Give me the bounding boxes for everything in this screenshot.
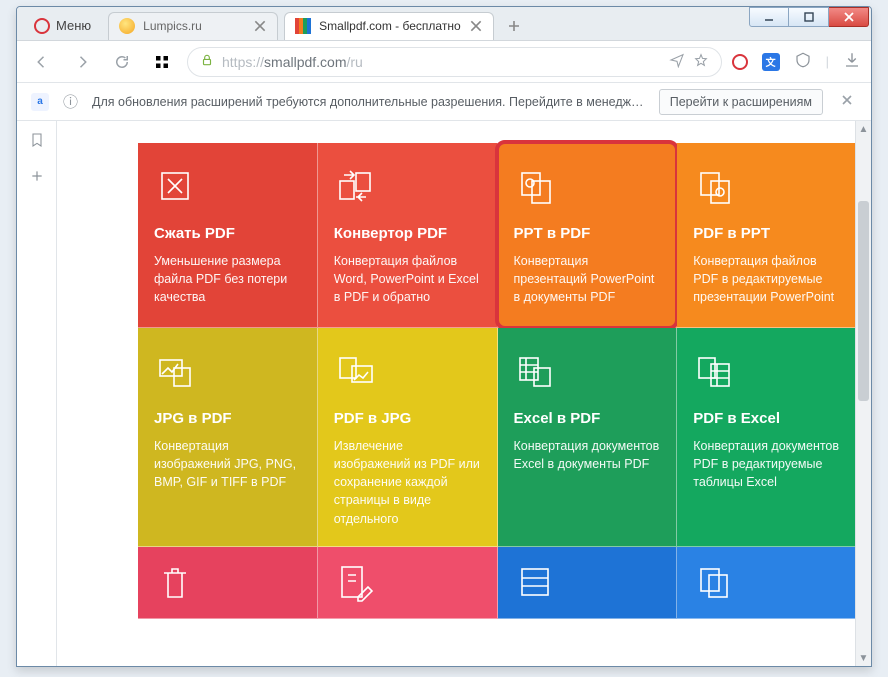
tab-close-button[interactable] — [253, 19, 267, 33]
info-icon: ⓘ — [63, 91, 78, 112]
url-text: https://smallpdf.com/ru — [222, 54, 661, 70]
downloads-icon[interactable] — [843, 51, 861, 72]
pdf-to-excel-icon — [693, 350, 735, 392]
scroll-up-arrow[interactable]: ▲ — [856, 121, 871, 137]
notice-close-button[interactable] — [837, 94, 857, 109]
toolbar-right: 文 | — [732, 51, 861, 72]
scroll-thumb[interactable] — [858, 201, 869, 401]
bookmark-rail-icon[interactable] — [26, 129, 48, 151]
forward-button[interactable] — [67, 47, 97, 77]
card-pdf-to-ppt[interactable]: PDF в PPT Конвертация файлов PDF в редакт… — [677, 143, 857, 328]
favicon-smallpdf — [295, 18, 311, 34]
bookmark-icon[interactable] — [693, 52, 709, 71]
window-minimize-button[interactable] — [749, 7, 789, 27]
card-title: PDF в JPG — [334, 410, 481, 427]
tab-smallpdf[interactable]: Smallpdf.com - бесплатно — [284, 12, 493, 40]
card-desc: Конвертация документов Excel в документы… — [514, 437, 661, 473]
tab-close-button[interactable] — [469, 19, 483, 33]
lock-icon — [200, 53, 214, 70]
new-tab-button[interactable] — [502, 14, 526, 38]
copy-icon — [693, 561, 735, 603]
card-title: PPT в PDF — [514, 225, 661, 242]
add-rail-icon[interactable] — [26, 165, 48, 187]
translate-icon: a — [31, 93, 49, 111]
card-jpg-to-pdf[interactable]: JPG в PDF Конвертация изображений JPG, PN… — [138, 328, 318, 547]
window-controls — [749, 7, 869, 27]
page-content: Сжать PDF Уменьшение размера файла PDF бе… — [57, 121, 871, 666]
delete-icon — [154, 561, 196, 603]
card-desc: Конвертация файлов Word, PowerPoint и Ex… — [334, 252, 481, 306]
tools-grid: Сжать PDF Уменьшение размера файла PDF бе… — [137, 143, 857, 619]
tab-title: Lumpics.ru — [143, 19, 245, 33]
card-excel-to-pdf[interactable]: Excel в PDF Конвертация документов Excel … — [498, 328, 678, 547]
card-row3-2[interactable] — [498, 547, 678, 619]
card-row3-1[interactable] — [318, 547, 498, 619]
card-desc: Извлечение изображений из PDF или сохран… — [334, 437, 481, 528]
card-pdf-to-excel[interactable]: PDF в Excel Конвертация документов PDF в … — [677, 328, 857, 547]
ppt-to-pdf-icon — [514, 165, 556, 207]
card-row3-0[interactable] — [138, 547, 318, 619]
tab-lumpics[interactable]: Lumpics.ru — [108, 12, 278, 40]
card-desc: Конвертация файлов PDF в редактируемые п… — [693, 252, 840, 306]
browser-window: Меню Lumpics.ru Smallpdf.com - бесплатно — [16, 6, 872, 667]
card-title: Сжать PDF — [154, 225, 301, 242]
opera-extension-icon[interactable] — [732, 54, 748, 70]
card-converter[interactable]: Конвертор PDF Конвертация файлов Word, Po… — [318, 143, 498, 328]
card-desc: Конвертация документов PDF в редактируем… — [693, 437, 840, 491]
workspace: Сжать PDF Уменьшение размера файла PDF бе… — [17, 121, 871, 666]
jpg-to-pdf-icon — [154, 350, 196, 392]
adblock-icon[interactable] — [794, 51, 812, 72]
card-desc: Конвертация изображений JPG, PNG, BMP, G… — [154, 437, 301, 491]
card-desc: Конвертация презентаций PowerPoint в док… — [514, 252, 661, 306]
converter-icon — [334, 165, 376, 207]
pdf-to-ppt-icon — [693, 165, 735, 207]
pdf-to-jpg-icon — [334, 350, 376, 392]
tab-strip: Меню Lumpics.ru Smallpdf.com - бесплатно — [17, 7, 871, 41]
window-close-button[interactable] — [829, 7, 869, 27]
extension-notice-bar: a ⓘ Для обновления расширений требуются … — [17, 83, 871, 121]
translate-extension-icon[interactable]: 文 — [762, 53, 780, 71]
navigation-toolbar: https://smallpdf.com/ru 文 | — [17, 41, 871, 83]
card-desc: Уменьшение размера файла PDF без потери … — [154, 252, 301, 306]
reload-button[interactable] — [107, 47, 137, 77]
compress-icon — [154, 165, 196, 207]
vertical-scrollbar[interactable]: ▲ ▼ — [855, 121, 871, 666]
rows-icon — [514, 561, 556, 603]
window-maximize-button[interactable] — [789, 7, 829, 27]
card-title: Excel в PDF — [514, 410, 661, 427]
card-row3-3[interactable] — [677, 547, 857, 619]
edit-icon — [334, 561, 376, 603]
scroll-down-arrow[interactable]: ▼ — [856, 650, 871, 666]
favicon-lumpics — [119, 18, 135, 34]
opera-menu-button[interactable]: Меню — [23, 12, 102, 40]
card-compress[interactable]: Сжать PDF Уменьшение размера файла PDF бе… — [138, 143, 318, 328]
tab-title: Smallpdf.com - бесплатно — [319, 19, 460, 33]
address-bar[interactable]: https://smallpdf.com/ru — [187, 47, 722, 77]
card-title: JPG в PDF — [154, 410, 301, 427]
card-title: PDF в Excel — [693, 410, 840, 427]
excel-to-pdf-icon — [514, 350, 556, 392]
menu-label: Меню — [56, 18, 91, 33]
notice-message: Для обновления расширений требуются допо… — [92, 95, 645, 109]
card-ppt-to-pdf[interactable]: PPT в PDF Конвертация презентаций PowerPo… — [498, 143, 678, 328]
opera-logo-icon — [34, 18, 50, 34]
side-rail — [17, 121, 57, 666]
send-icon[interactable] — [669, 52, 685, 71]
go-to-extensions-button[interactable]: Перейти к расширениям — [659, 89, 823, 115]
speed-dial-button[interactable] — [147, 47, 177, 77]
back-button[interactable] — [27, 47, 57, 77]
card-title: Конвертор PDF — [334, 225, 481, 242]
card-pdf-to-jpg[interactable]: PDF в JPG Извлечение изображений из PDF и… — [318, 328, 498, 547]
card-title: PDF в PPT — [693, 225, 840, 242]
